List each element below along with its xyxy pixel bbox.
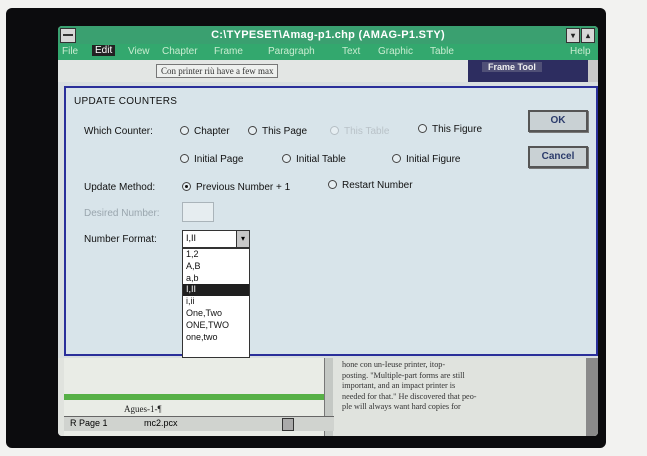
radio-icon [282,153,291,163]
side-panel-scrollbar[interactable] [588,60,598,82]
format-option[interactable]: One,Two [183,308,249,320]
counter-this-figure-radio[interactable]: This Figure [418,123,482,135]
format-option[interactable]: i,ii [183,296,249,308]
frame-tool-label: Frame Tool [482,62,542,72]
text-line: ple will always want hard copies for [342,402,461,411]
method-restart-radio[interactable]: Restart Number [328,179,413,191]
menu-bar: File Edit View Chapter Frame Paragraph T… [58,44,598,60]
dialog-title: UPDATE COUNTERS [74,96,178,107]
menu-text[interactable]: Text [342,46,360,57]
update-counters-dialog: UPDATE COUNTERS Which Counter: Chapter T… [64,86,598,358]
method-previous-radio[interactable]: Previous Number + 1 [182,181,290,193]
radio-icon [392,153,401,163]
maximize-button[interactable]: ▴ [581,28,595,43]
paragraph-caption: Agues-1-¶ [124,404,162,414]
page-indicator: R Page 1 [70,418,108,428]
minimize-button[interactable]: ▾ [566,28,580,43]
radio-icon [248,125,257,135]
side-panel: Frame Tool [468,60,598,82]
format-option[interactable]: 1,2 [183,249,249,261]
format-option[interactable]: ONE,TWO [183,320,249,332]
text-line: needed for that." He discovered that peo… [342,391,477,401]
title-bar: C:\TYPESET\Amag-p1.chp (AMAG-P1.STY) ▾ ▴ [58,26,598,44]
counter-initial-table-radio[interactable]: Initial Table [282,153,346,165]
menu-view[interactable]: View [128,46,150,57]
vertical-scrollbar[interactable] [586,358,598,436]
format-option[interactable]: A,B [183,261,249,273]
menu-paragraph[interactable]: Paragraph [268,46,315,57]
menu-file[interactable]: File [62,46,78,57]
chevron-down-icon[interactable]: ▾ [236,231,249,247]
update-method-label: Update Method: [84,182,156,193]
counter-this-table-radio[interactable]: This Table [330,125,389,137]
ruler-bar [64,394,324,400]
text-line: posting. "Multiple-part forms are still [342,370,465,380]
text-line: hone con un-Ieuse printer, itop- [342,360,446,369]
radio-selected-icon [182,181,191,191]
menu-graphic[interactable]: Graphic [378,46,413,57]
menu-table[interactable]: Table [430,46,454,57]
radio-icon [180,125,189,135]
counter-initial-figure-radio[interactable]: Initial Figure [392,153,460,165]
document-text-line: Con printer riù have a few max [156,64,279,78]
text-line: important, and an impact printer is [342,381,456,390]
format-option[interactable]: one,two [183,332,249,344]
window-title: C:\TYPESET\Amag-p1.chp (AMAG-P1.STY) [211,29,445,41]
number-format-value: I,II [186,233,197,243]
which-counter-label: Which Counter: [84,126,153,137]
menu-edit[interactable]: Edit [92,45,116,56]
status-scroll-button[interactable] [282,418,294,431]
monitor-screen: C:\TYPESET\Amag-p1.chp (AMAG-P1.STY) ▾ ▴… [58,26,598,436]
desired-number-label: Desired Number: [84,208,160,219]
menu-help[interactable]: Help [570,46,591,57]
number-format-label: Number Format: [84,234,157,245]
number-format-select[interactable]: I,II ▾ [182,230,250,248]
format-option-selected[interactable]: I,II [183,284,249,297]
file-name: mc2.pcx [144,418,178,428]
format-option[interactable]: a,b [183,273,249,285]
radio-icon [180,153,189,163]
counter-chapter-radio[interactable]: Chapter [180,125,230,137]
radio-icon [418,123,427,133]
body-text-column: hone con un-Ieuse printer, itop- posting… [342,360,532,413]
counter-initial-page-radio[interactable]: Initial Page [180,153,243,165]
menu-chapter[interactable]: Chapter [162,46,198,57]
counter-this-page-radio[interactable]: This Page [248,125,307,137]
status-bar: R Page 1 mc2.pcx [64,416,334,431]
cancel-button[interactable]: Cancel [528,146,588,168]
ok-button[interactable]: OK [528,110,588,132]
desired-number-field[interactable] [182,202,214,222]
number-format-list: 1,2 A,B a,b I,II i,ii One,Two ONE,TWO on… [182,248,250,358]
radio-icon [328,179,337,189]
radio-icon [330,125,339,135]
menu-frame[interactable]: Frame [214,46,243,57]
